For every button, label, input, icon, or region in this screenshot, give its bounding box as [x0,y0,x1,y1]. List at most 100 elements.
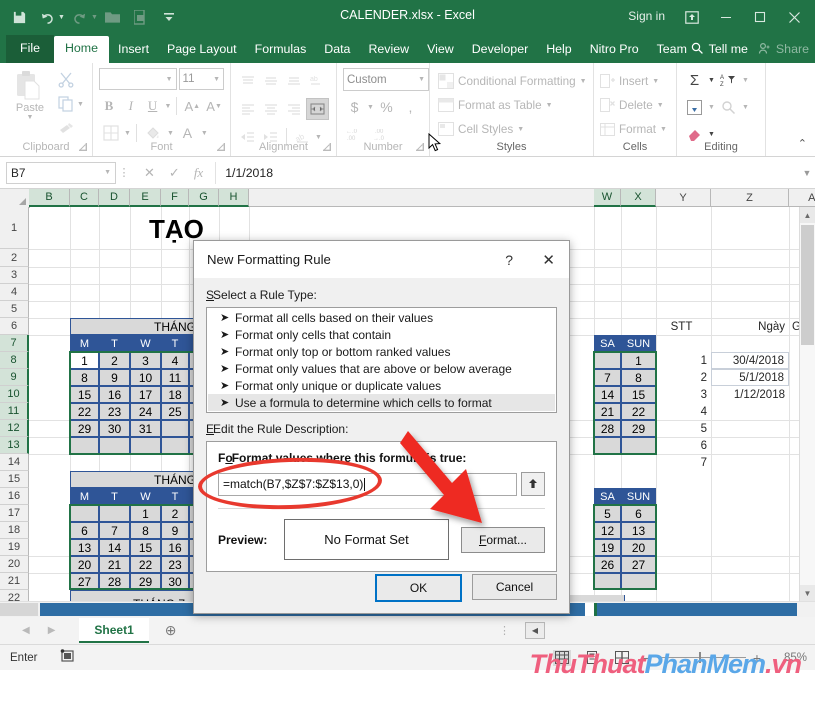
increase-font-size-button[interactable]: A ▲ [182,95,202,117]
cal1-r3-c0[interactable]: 22 [70,403,99,420]
normal-view-icon[interactable] [552,649,571,666]
font-name-dropdown-icon[interactable]: ▼ [166,76,173,83]
column-header-B[interactable]: B [29,189,70,207]
rcal-t-r0-c1[interactable]: 1 [621,352,656,369]
rcal-b-r0-c0[interactable]: 5 [594,505,621,522]
rule-type-item-0[interactable]: ➤ Format all cells based on their values [208,309,555,326]
zoom-knob[interactable] [698,652,701,663]
holiday-header-stt[interactable]: STT [656,318,711,335]
rcal-t-r0-c0[interactable] [594,352,621,369]
cal1-blank-c0[interactable] [70,437,99,454]
collapse-ribbon-button[interactable]: ⌃ [798,137,807,150]
cell-styles-button[interactable]: Cell Styles ▼ [438,117,587,141]
paste-button[interactable]: Paste ▼ [6,68,54,140]
tab-file[interactable]: File [6,35,54,63]
clear-dropdown-icon[interactable]: ▼ [708,131,715,138]
align-top-button[interactable] [237,71,258,91]
vertical-scroll-thumb[interactable] [801,225,814,345]
align-left-button[interactable] [237,99,258,119]
zoom-in-button[interactable]: + [753,650,761,666]
format-painter-button[interactable] [58,117,84,139]
expand-formula-bar-icon[interactable]: ▼ [799,168,815,178]
rcal-t-r1-c0[interactable]: 7 [594,369,621,386]
row-header-4[interactable]: 4 [0,284,29,301]
rule-type-item-1[interactable]: ➤ Format only cells that contain [208,326,555,343]
accounting-dropdown-icon[interactable]: ▼ [367,104,374,111]
ribbon-display-options-icon[interactable] [675,2,709,32]
row-header-19[interactable]: 19 [0,539,29,556]
tab-view[interactable]: View [418,37,463,63]
row-header-3[interactable]: 3 [0,267,29,284]
cal4-r2-c1[interactable]: 14 [99,539,130,556]
fill-button[interactable] [683,96,706,118]
rcal-b-r1-c0[interactable]: 12 [594,522,621,539]
cell-styles-dropdown-icon[interactable]: ▼ [517,126,524,133]
number-format-dropdown-icon[interactable]: ▼ [418,76,425,83]
rule-type-item-2[interactable]: ➤ Format only top or bottom ranked values [208,343,555,360]
align-bottom-button[interactable] [283,71,304,91]
cal4-r0-c2[interactable]: 1 [130,505,161,522]
rcal-t-blank-c0[interactable] [594,437,621,454]
conditional-formatting-button[interactable]: Conditional Formatting ▼ [438,69,587,93]
tab-home[interactable]: Home [53,36,110,63]
column-header-F[interactable]: F [161,189,189,207]
select-all-corner[interactable] [0,189,30,208]
font-name-box[interactable]: ▼ [99,68,177,90]
cal4-r3-c1[interactable]: 21 [99,556,130,573]
cal4-r4-c1[interactable]: 28 [99,573,130,590]
check-icon[interactable]: ✓ [169,165,180,181]
cal4-r1-c3[interactable]: 9 [161,522,189,539]
clipboard-dialog-launcher-icon[interactable] [79,143,88,152]
holiday-row-2-ngay[interactable]: 5/1/2018 [711,369,789,386]
cal4-r2-c0[interactable]: 13 [70,539,99,556]
tab-nitro-pro[interactable]: Nitro Pro [581,37,648,63]
rcal-t-r4-c1[interactable]: 29 [621,420,656,437]
row-header-2[interactable]: 2 [0,249,29,267]
align-middle-button[interactable] [260,71,281,91]
fill-color-dropdown-icon[interactable]: ▼ [167,130,174,137]
tab-data[interactable]: Data [315,37,359,63]
row-header-17[interactable]: 17 [0,505,29,522]
font-size-box[interactable]: 11 ▼ [178,68,224,90]
cal4-r3-c3[interactable]: 23 [161,556,189,573]
row-header-5[interactable]: 5 [0,301,29,318]
page-break-view-icon[interactable] [613,650,631,666]
copy-button[interactable]: ▼ [58,93,84,115]
holiday-row-7-stt[interactable]: 7 [656,454,711,471]
cal1-r1-c2[interactable]: 10 [130,369,161,386]
copy-dropdown-icon[interactable]: ▼ [77,101,84,108]
rule-type-item-4[interactable]: ➤ Format only unique or duplicate values [208,377,555,394]
cal4-r3-c0[interactable]: 20 [70,556,99,573]
cal1-r0-c3[interactable]: 4 [161,352,189,369]
right-cal-header-SUN[interactable]: SUN [621,335,656,352]
cal4-r1-c2[interactable]: 8 [130,522,161,539]
cal1-blank-c2[interactable] [130,437,161,454]
cal1-r4-c3[interactable] [161,420,189,437]
holiday-row-4-stt[interactable]: 4 [656,403,711,420]
italic-button[interactable]: I [121,95,141,117]
holiday-row-1-stt[interactable]: 1 [656,352,711,369]
close-icon[interactable] [777,2,811,32]
align-right-button[interactable] [283,99,304,119]
rcal-t-r2-c0[interactable]: 14 [594,386,621,403]
autosum-button[interactable]: Σ [683,69,706,91]
cal1-r0-c0[interactable]: 1 [70,352,99,369]
cal1-r3-c3[interactable]: 25 [161,403,189,420]
zoom-track[interactable] [657,652,746,663]
cal4-r2-c3[interactable]: 16 [161,539,189,556]
tab-team[interactable]: Team [648,37,696,63]
row-header-20[interactable]: 20 [0,556,29,573]
cal1-r4-c0[interactable]: 29 [70,420,99,437]
rcal-b-r3-c0[interactable]: 26 [594,556,621,573]
cal4-r1-c1[interactable]: 7 [99,522,130,539]
sort-filter-button[interactable]: AZ [717,69,740,91]
underline-dropdown-icon[interactable]: ▼ [165,103,172,110]
zoom-out-button[interactable]: − [643,650,651,666]
delete-cells-dropdown-icon[interactable]: ▼ [657,102,664,109]
right-cal2-header-SA[interactable]: SA [594,488,621,505]
minimize-icon[interactable] [709,2,743,32]
rcal-b-r1-c1[interactable]: 13 [621,522,656,539]
cal1-r0-c1[interactable]: 2 [99,352,130,369]
cal4-r0-c3[interactable]: 2 [161,505,189,522]
day-header-M[interactable]: M [70,335,99,352]
